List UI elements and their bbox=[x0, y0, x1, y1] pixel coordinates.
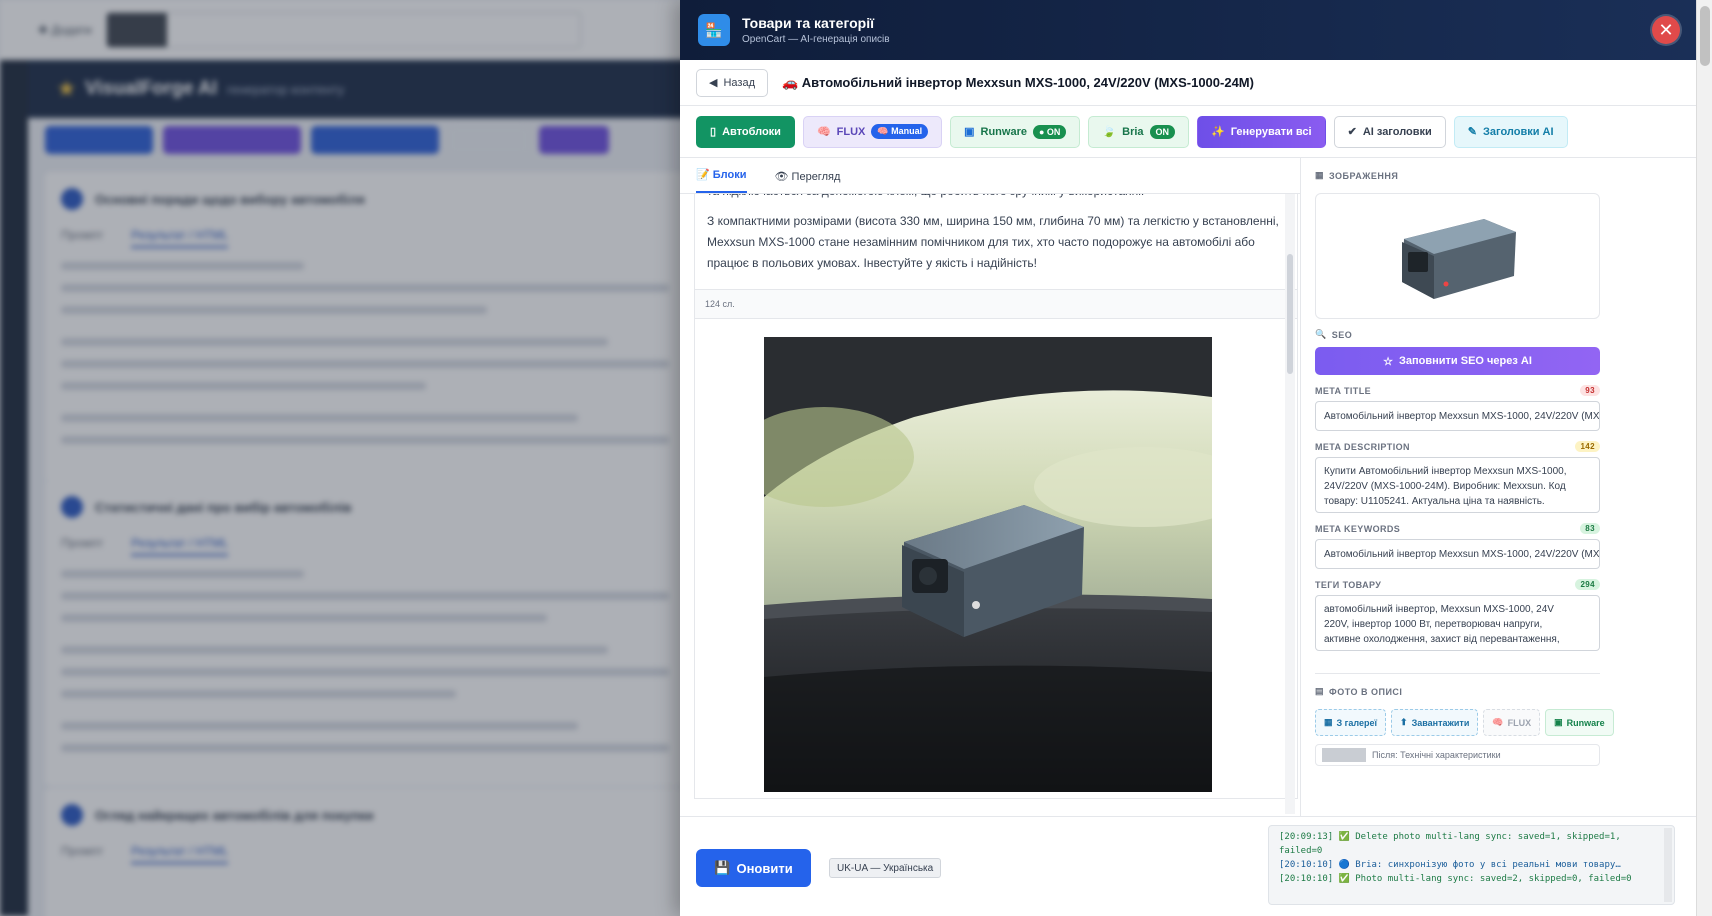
seo-section-label: 🔍 SEO bbox=[1315, 329, 1353, 340]
product-photo[interactable] bbox=[764, 337, 1212, 792]
flux-mode-badge: 🧠 Manual bbox=[871, 124, 929, 139]
autoblocks-icon: ▯ bbox=[710, 126, 717, 138]
seo-sidebar: ▦ ЗОБРАЖЕННЯ 🔍 SEO ☆ Заповнити SEO через AI… bbox=[1300, 158, 1696, 816]
meta-description-label: META DESCRIPTION 142 bbox=[1315, 441, 1600, 452]
char-count-badge: 93 bbox=[1580, 385, 1600, 396]
toolbar: ▯ Автоблоки 🧠 FLUX 🧠 Manual ▣ Runware ● ON … bbox=[680, 106, 1696, 158]
tab-preview[interactable]: 👁 Перегляд bbox=[775, 170, 841, 193]
store-icon: 🏪 bbox=[698, 14, 730, 46]
language-badge: UK-UA — Українська bbox=[829, 858, 942, 878]
gallery-icon: ▦ bbox=[1324, 717, 1333, 727]
meta-keywords-label: META KEYWORDS 83 bbox=[1315, 523, 1600, 534]
update-button[interactable]: 💾 Оновити bbox=[696, 849, 811, 887]
meta-title-field[interactable]: Автомобільний інвертор Mexxsun MXS-1000,… bbox=[1315, 401, 1600, 431]
product-thumbnail[interactable] bbox=[1315, 193, 1600, 319]
editor-tabs: 📝 Блоки 👁 Перегляд bbox=[680, 158, 1300, 194]
search-icon: 🔍 bbox=[1315, 329, 1327, 339]
back-button[interactable]: ◀ Назад bbox=[696, 68, 768, 97]
editor-scrollbar[interactable] bbox=[1285, 194, 1295, 814]
editor-column: 📝 Блоки 👁 Перегляд та підключається за д… bbox=[680, 158, 1300, 816]
upload-icon: ⬆ bbox=[1400, 717, 1408, 727]
star-icon: ☆ bbox=[1383, 355, 1393, 368]
product-panel: 🏪 Товари та категорії OpenCart — AI-гене… bbox=[680, 0, 1696, 916]
checkbox-icon: ✔ bbox=[1347, 126, 1357, 138]
log-line: [20:10:10] ✅ Photo multi-lang sync: save… bbox=[1279, 874, 1632, 884]
runware-icon: ▣ bbox=[1554, 717, 1563, 727]
photo-buttons: ▦ З галереї ⬆ Завантажити 🧠 FLUX ▣ Runware bbox=[1315, 709, 1696, 736]
pen-icon: ✎ bbox=[1467, 126, 1478, 138]
notepad-icon: 📝 bbox=[696, 169, 710, 181]
tab-blocks[interactable]: 📝 Блоки bbox=[696, 168, 747, 193]
log-line: [20:09:13] ✅ Delete photo multi-lang syn… bbox=[1279, 832, 1621, 856]
runware-status-badge: ● ON bbox=[1032, 124, 1067, 139]
meta-title-label: META TITLE 93 bbox=[1315, 385, 1600, 396]
autoblocks-button[interactable]: ▯ Автоблоки bbox=[696, 115, 795, 148]
brain-icon: 🧠 bbox=[816, 126, 831, 138]
log-line: [20:10:10] 🔵 Bria: синхронізую фото у вс… bbox=[1279, 860, 1621, 870]
activity-log[interactable]: [20:09:13] ✅ Delete photo multi-lang syn… bbox=[1268, 825, 1675, 905]
image-icon: ▦ bbox=[1315, 170, 1325, 180]
photos-section-label: ▤ ФОТО В ОПИСІ bbox=[1315, 686, 1403, 697]
meta-description-field[interactable]: Купити Автомобільний інвертор Mexxsun MX… bbox=[1315, 457, 1600, 513]
close-button[interactable]: ✕ bbox=[1652, 16, 1680, 44]
save-icon: 💾 bbox=[714, 860, 731, 875]
runware-icon: ▣ bbox=[964, 126, 975, 138]
bria-button[interactable]: 🍃 Bria ON bbox=[1088, 115, 1190, 148]
panel-footer: 💾 Оновити UK-UA — Українська [20:09:13] ✅… bbox=[680, 816, 1696, 916]
fill-seo-button[interactable]: ☆ Заповнити SEO через AI bbox=[1315, 347, 1600, 375]
images-section-label: ▦ ЗОБРАЖЕННЯ bbox=[1315, 170, 1399, 181]
block-editor: та підключається за допомогою клем, що р… bbox=[694, 194, 1298, 814]
arrow-left-icon: ◀ bbox=[709, 77, 718, 89]
panel-header: 🏪 Товари та категорії OpenCart — AI-гене… bbox=[680, 0, 1696, 60]
product-title: 🚗 Автомобільний інвертор Mexxsun MXS-100… bbox=[782, 74, 1254, 90]
ai-headings-toggle[interactable]: ✔ AI заголовки bbox=[1333, 115, 1446, 148]
breadcrumb: ◀ Назад 🚗 Автомобільний інвертор Mexxsun… bbox=[680, 60, 1696, 106]
char-count-badge: 294 bbox=[1575, 579, 1600, 590]
leaf-icon: 🍃 bbox=[1102, 126, 1117, 138]
product-tags-field[interactable]: автомобільний інвертор, Mexxsun MXS-1000… bbox=[1315, 595, 1600, 651]
log-scrollbar[interactable] bbox=[1664, 828, 1672, 902]
sparkle-icon: ✨ bbox=[1211, 126, 1225, 138]
upload-button[interactable]: ⬆ Завантажити bbox=[1391, 709, 1479, 736]
word-count: 124 сл. bbox=[694, 289, 1298, 319]
runware-photo-button[interactable]: ▣ Runware bbox=[1545, 709, 1614, 736]
char-count-badge: 83 bbox=[1580, 523, 1600, 534]
photo-icon: ▤ bbox=[1315, 686, 1325, 696]
panel-title: Товари та категорії bbox=[742, 15, 875, 31]
description-photo-item[interactable]: Після: Технічні характеристики bbox=[1315, 744, 1600, 766]
text-block[interactable]: та підключається за допомогою клем, що р… bbox=[694, 194, 1298, 289]
backdrop-overlay[interactable] bbox=[0, 0, 680, 916]
runware-button[interactable]: ▣ Runware ● ON bbox=[950, 115, 1081, 148]
page-scrollbar[interactable] bbox=[1696, 0, 1712, 916]
headings-ai-button[interactable]: ✎ Заголовки AI bbox=[1453, 115, 1568, 148]
meta-keywords-field[interactable]: Автомобільний інвертор Mexxsun MXS-1000,… bbox=[1315, 539, 1600, 569]
char-count-badge: 142 bbox=[1575, 441, 1600, 452]
panel-subtitle: OpenCart — AI-генерація описів bbox=[742, 34, 890, 45]
brain-icon: 🧠 bbox=[1492, 717, 1504, 727]
flux-photo-button[interactable]: 🧠 FLUX bbox=[1483, 709, 1541, 736]
generate-all-button[interactable]: ✨ Генерувати всі bbox=[1197, 115, 1326, 148]
image-block bbox=[694, 319, 1298, 799]
flux-button[interactable]: 🧠 FLUX 🧠 Manual bbox=[802, 115, 943, 148]
product-tags-label: ТЕГИ ТОВАРУ 294 bbox=[1315, 579, 1600, 590]
eye-icon: 👁 bbox=[774, 171, 789, 183]
close-icon: ✕ bbox=[1658, 20, 1674, 40]
bria-status-badge: ON bbox=[1149, 124, 1176, 139]
from-gallery-button[interactable]: ▦ З галереї bbox=[1315, 709, 1387, 736]
